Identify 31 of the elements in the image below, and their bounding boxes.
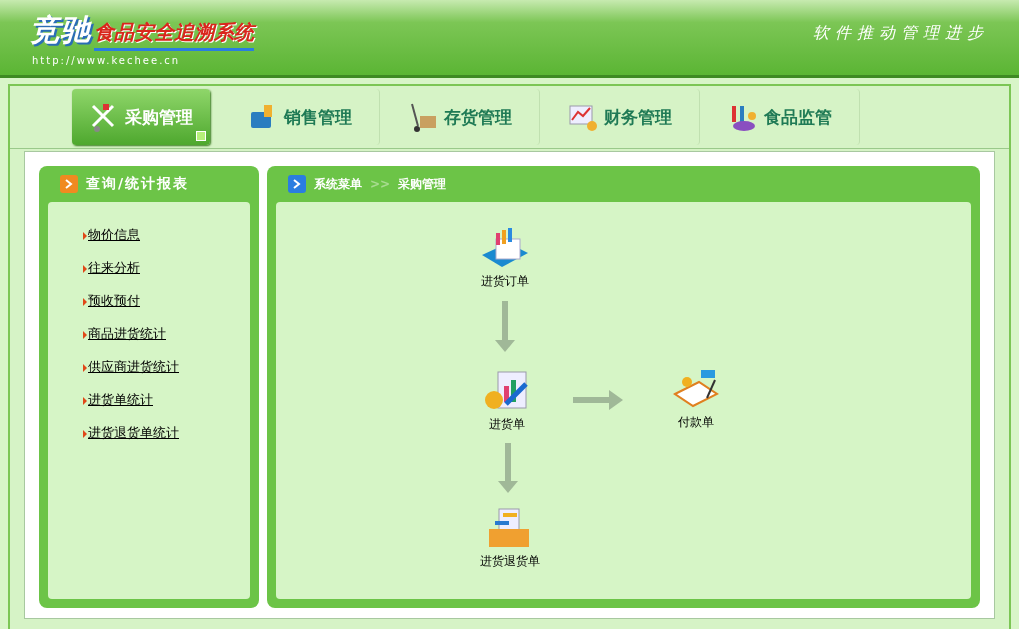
flow-node-label[interactable]: 进货退货单 — [480, 553, 540, 570]
sidebar-link[interactable]: 预收预付 — [83, 293, 250, 310]
sidebar-link[interactable]: 进货单统计 — [83, 392, 250, 409]
breadcrumb-item: 系统菜单 — [314, 175, 362, 193]
slogan: 软件推动管理进步 — [813, 23, 989, 44]
sidebar-link[interactable]: 进货退货单统计 — [83, 425, 250, 442]
corner-icon — [196, 131, 206, 141]
report-folder-icon[interactable] — [480, 227, 530, 269]
clipboard-coins-icon[interactable] — [671, 368, 721, 410]
chart-coins-icon — [567, 102, 598, 132]
breadcrumb-item: 采购管理 — [398, 175, 447, 193]
sidebar-link[interactable]: 物价信息 — [83, 227, 250, 244]
sidebar-link[interactable]: 往来分析 — [83, 260, 250, 277]
chevron-icon — [288, 175, 306, 193]
nav-tab[interactable]: 财务管理 — [540, 89, 700, 145]
breadcrumb-separator: >> — [370, 177, 391, 191]
chevron-icon — [60, 175, 78, 193]
flow-arrow — [573, 390, 623, 410]
flow-node-label[interactable]: 付款单 — [678, 414, 714, 431]
nav-tab[interactable]: 食品监管 — [700, 89, 860, 145]
sidebar-link[interactable]: 商品进货统计 — [83, 326, 250, 343]
flow-arrow — [498, 443, 518, 493]
flow-node-label[interactable]: 进货订单 — [481, 273, 529, 290]
site-url: http://www.kechee.cn — [32, 54, 182, 66]
flow-node-label[interactable]: 进货单 — [489, 416, 525, 433]
sidebar-link[interactable]: 供应商进货统计 — [83, 359, 250, 376]
panel-title: 查询/统计报表 — [86, 175, 190, 193]
flow-arrow — [495, 301, 515, 352]
nav-tab[interactable]: 存货管理 — [380, 89, 540, 145]
nav-tab[interactable]: 销售管理 — [220, 89, 380, 145]
brand-logo: 竞驰 — [30, 10, 90, 49]
